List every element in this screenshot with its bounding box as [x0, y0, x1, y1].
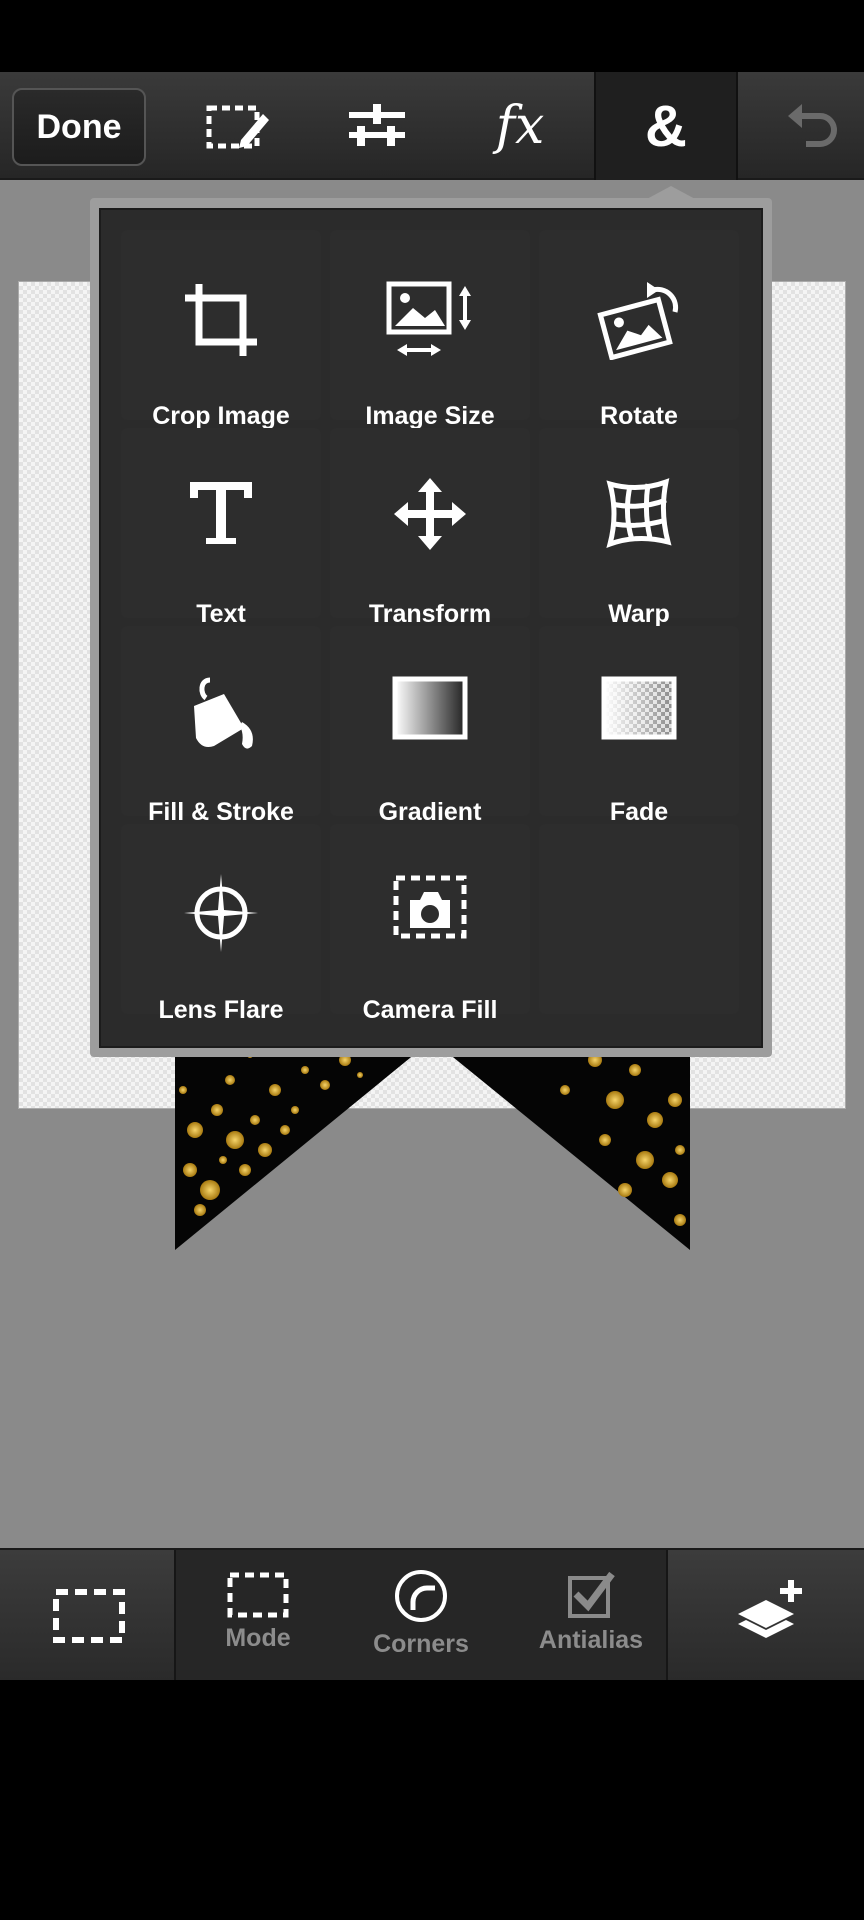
corners-button[interactable]: Corners: [356, 1550, 486, 1680]
menu-item-label: Transform: [368, 600, 492, 628]
menu-item-label: Crop Image: [152, 402, 290, 430]
adjustments-icon: [349, 104, 405, 146]
corners-label: Corners: [373, 1630, 469, 1658]
paint-bucket-icon: [194, 677, 253, 749]
bottom-black-area: [0, 1680, 864, 1920]
done-button[interactable]: Done: [12, 88, 146, 166]
mode-icon: [227, 1572, 289, 1618]
menu-item-label: Gradient: [378, 798, 482, 826]
fade-item[interactable]: Fade: [539, 626, 739, 826]
bottom-toolbar: Mode Corners Antialias: [0, 1548, 864, 1682]
lens-flare-icon: [184, 874, 258, 952]
selection-tool-button[interactable]: [0, 1550, 176, 1682]
undo-icon: [788, 104, 837, 147]
rotate-icon: [597, 282, 679, 360]
ampersand-tools-button[interactable]: &: [594, 72, 738, 180]
transform-item[interactable]: Transform: [330, 428, 530, 628]
corners-icon: [395, 1570, 447, 1622]
top-toolbar: Done fx &: [0, 72, 864, 180]
menu-item-label: Fade: [609, 798, 669, 826]
menu-item-label: Lens Flare: [158, 996, 284, 1024]
add-layer-button[interactable]: [666, 1550, 864, 1682]
fx-icon: fx: [495, 96, 545, 156]
mode-button[interactable]: Mode: [198, 1550, 318, 1680]
tools-menu: Crop Image Image Size Rotate Text Transf…: [99, 208, 763, 1048]
gradient-icon: [392, 676, 468, 740]
camera-fill-item[interactable]: Camera Fill: [330, 824, 530, 1024]
image-size-item[interactable]: Image Size: [330, 230, 530, 430]
menu-item-label: Image Size: [365, 402, 495, 430]
layers-add-icon: [738, 1580, 802, 1638]
undo-button[interactable]: [760, 72, 864, 180]
fx-button[interactable]: fx: [460, 72, 580, 180]
text-item[interactable]: Text: [121, 428, 321, 628]
text-icon: [190, 482, 252, 544]
status-bar: [0, 0, 864, 72]
menu-item-label: Rotate: [600, 402, 678, 430]
transform-icon: [394, 478, 466, 550]
menu-pointer: [645, 186, 697, 200]
fade-icon: [601, 676, 677, 740]
empty-menu-slot: [539, 824, 739, 1014]
fill-stroke-item[interactable]: Fill & Stroke: [121, 626, 321, 826]
crop-image-item[interactable]: Crop Image: [121, 230, 321, 430]
warp-icon: [606, 478, 672, 548]
menu-item-label: Warp: [608, 600, 670, 628]
image-size-icon: [386, 281, 471, 356]
menu-item-label: Text: [196, 600, 246, 628]
rotate-item[interactable]: Rotate: [539, 230, 739, 430]
camera-fill-icon: [393, 875, 467, 939]
menu-item-label: Camera Fill: [362, 996, 498, 1024]
antialias-toggle[interactable]: Antialias: [516, 1550, 666, 1680]
gradient-item[interactable]: Gradient: [330, 626, 530, 826]
warp-item[interactable]: Warp: [539, 428, 739, 628]
rect-selection-icon: [53, 1589, 125, 1643]
crop-icon: [185, 284, 257, 356]
mode-label: Mode: [225, 1624, 291, 1652]
lens-flare-item[interactable]: Lens Flare: [121, 824, 321, 1024]
selection-options: Mode Corners Antialias: [176, 1550, 666, 1682]
ampersand-icon: &: [645, 93, 687, 159]
selection-edit-icon: [206, 105, 269, 149]
antialias-label: Antialias: [538, 1626, 644, 1654]
checkbox-checked-icon: [568, 1571, 615, 1618]
adjustments-button[interactable]: [318, 72, 436, 180]
selection-edit-button[interactable]: [178, 72, 296, 180]
menu-item-label: Fill & Stroke: [148, 798, 294, 826]
